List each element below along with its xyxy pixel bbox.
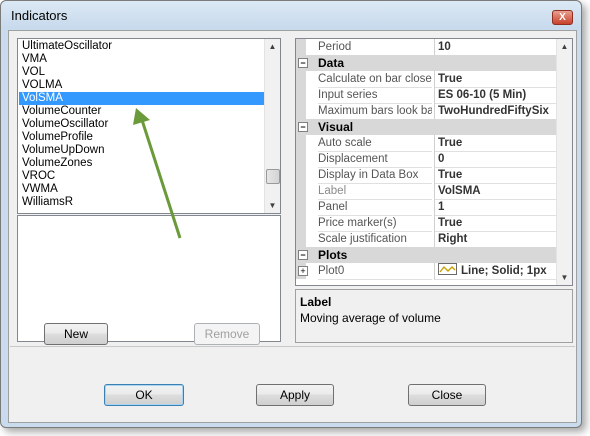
collapse-icon[interactable]: −	[298, 250, 308, 260]
prop-name: Scale justification	[318, 231, 432, 248]
category-plots[interactable]: − Plots	[296, 247, 559, 263]
expand-icon[interactable]: +	[298, 266, 308, 276]
prop-row-input-series[interactable]: Input series ES 06-10 (5 Min)	[296, 87, 559, 104]
collapse-icon[interactable]: −	[298, 122, 308, 132]
list-item[interactable]: VROC	[19, 170, 267, 183]
prop-row-price-markers[interactable]: Price marker(s) True	[296, 215, 559, 232]
dialog-body: UltimateOscillator VMA VOL VOLMA VolSMA …	[8, 30, 577, 423]
list-item[interactable]: VMA	[19, 53, 267, 66]
prop-row-max-bars[interactable]: Maximum bars look back TwoHundredFiftySi…	[296, 103, 559, 120]
ok-button[interactable]: OK	[104, 384, 184, 406]
prop-row-panel[interactable]: Panel 1	[296, 199, 559, 216]
list-item[interactable]: VWMA	[19, 183, 267, 196]
prop-value[interactable]: True	[434, 167, 559, 184]
grid-scrollbar[interactable]: ▲ ▼	[556, 39, 572, 285]
prop-row-display-in-data-box[interactable]: Display in Data Box True	[296, 167, 559, 184]
close-button[interactable]: Close	[408, 384, 486, 406]
prop-value[interactable]: 1	[434, 199, 559, 216]
scroll-up-icon[interactable]: ▲	[557, 39, 572, 54]
prop-value[interactable]: True	[434, 71, 559, 88]
separator	[10, 346, 575, 347]
collapse-icon[interactable]: −	[298, 58, 308, 68]
prop-value[interactable]: Line; Solid; 1px	[434, 263, 559, 280]
prop-name: Input series	[318, 87, 432, 104]
list-item[interactable]: VolumeZones	[19, 157, 267, 170]
window-title: Indicators	[11, 8, 68, 23]
prop-value[interactable]: True	[434, 135, 559, 152]
category-label: Plots	[318, 248, 348, 262]
list-item-selected[interactable]: VolSMA	[19, 92, 267, 105]
prop-row-label[interactable]: Label VolSMA	[296, 183, 559, 200]
prop-name: Period	[318, 39, 432, 56]
list-item[interactable]: WilliamsR	[19, 196, 267, 209]
prop-row-displacement[interactable]: Displacement 0	[296, 151, 559, 168]
prop-name: Displacement	[318, 151, 432, 168]
indicator-list[interactable]: UltimateOscillator VMA VOL VOLMA VolSMA …	[17, 38, 281, 214]
prop-row-scale-justification[interactable]: Scale justification Right	[296, 231, 559, 248]
prop-name: Price marker(s)	[318, 215, 432, 232]
prop-row-auto-scale[interactable]: Auto scale True	[296, 135, 559, 152]
list-item[interactable]: VolumeCounter	[19, 105, 267, 118]
prop-value[interactable]: ES 06-10 (5 Min)	[434, 87, 559, 104]
description-title: Label	[300, 295, 332, 309]
prop-value[interactable]: 0	[434, 151, 559, 168]
prop-name: Label	[318, 183, 432, 200]
list-item[interactable]: VOL	[19, 66, 267, 79]
prop-row-period[interactable]: Period 10	[296, 39, 559, 56]
list-item[interactable]: UltimateOscillator	[19, 40, 267, 53]
scroll-up-icon[interactable]: ▲	[265, 39, 280, 54]
property-description: Label Moving average of volume	[295, 289, 573, 343]
prop-value[interactable]: Right	[434, 231, 559, 248]
new-button[interactable]: New	[44, 323, 108, 345]
scroll-down-icon[interactable]: ▼	[265, 198, 280, 213]
prop-row-calc-on-bar-close[interactable]: Calculate on bar close True	[296, 71, 559, 88]
category-label: Data	[318, 56, 345, 70]
category-visual[interactable]: − Visual	[296, 119, 559, 135]
prop-name: Auto scale	[318, 135, 432, 152]
prop-value[interactable]: True	[434, 215, 559, 232]
prop-name: Display in Data Box	[318, 167, 432, 184]
plot-style-value: Line; Solid; 1px	[461, 265, 547, 277]
prop-row-plot0[interactable]: + Plot0 Line; Solid; 1px	[296, 263, 559, 280]
prop-name: Panel	[318, 199, 432, 216]
list-item[interactable]: VOLMA	[19, 79, 267, 92]
remove-button[interactable]: Remove	[194, 323, 260, 345]
prop-value[interactable]: TwoHundredFiftySix	[434, 103, 559, 120]
prop-name: Plot0	[318, 263, 432, 280]
list-item[interactable]: VolumeProfile	[19, 131, 267, 144]
scroll-down-icon[interactable]: ▼	[557, 270, 572, 285]
indicators-dialog: Indicators X UltimateOscillator VMA VOL …	[0, 0, 582, 428]
prop-value[interactable]: 10	[434, 39, 559, 56]
close-window-button[interactable]: X	[552, 10, 573, 25]
prop-name: Maximum bars look back	[318, 103, 432, 120]
scroll-thumb[interactable]	[266, 169, 280, 184]
apply-button[interactable]: Apply	[256, 384, 334, 406]
prop-name: Calculate on bar close	[318, 71, 432, 88]
line-style-icon	[438, 263, 457, 275]
title-bar: Indicators X	[1, 1, 581, 29]
list-item[interactable]: VolumeUpDown	[19, 144, 267, 157]
category-label: Visual	[318, 120, 354, 134]
description-text: Moving average of volume	[300, 311, 441, 325]
list-scrollbar[interactable]: ▲ ▼	[264, 39, 280, 213]
property-grid[interactable]: Period 10 − Data Calculate on bar close …	[295, 38, 573, 286]
prop-value[interactable]: VolSMA	[434, 183, 559, 200]
category-data[interactable]: − Data	[296, 55, 559, 71]
list-item[interactable]: VolumeOscillator	[19, 118, 267, 131]
